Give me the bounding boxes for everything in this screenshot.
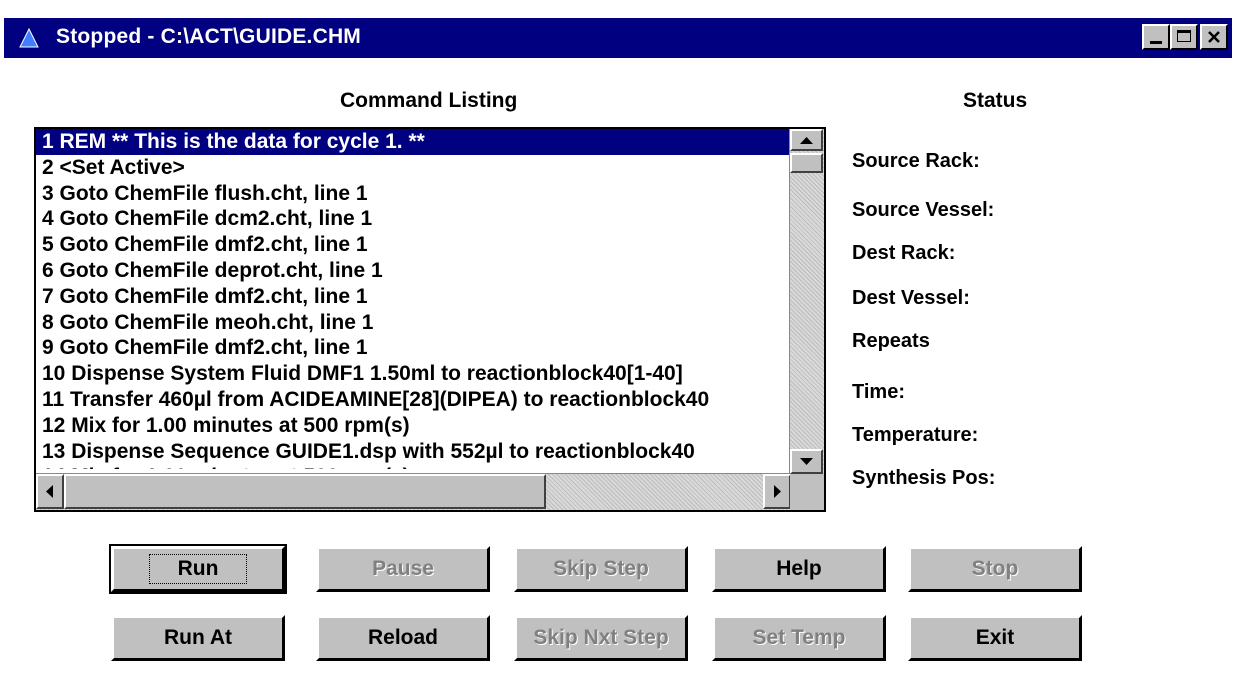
reload-button[interactable]: Reload	[316, 615, 490, 661]
list-item[interactable]: 3 Goto ChemFile flush.cht, line 1	[36, 181, 791, 207]
button-label: Help	[776, 557, 822, 580]
horizontal-scroll-thumb[interactable]	[64, 474, 546, 509]
scroll-right-button[interactable]	[763, 474, 791, 509]
minimize-button[interactable]	[1142, 24, 1170, 50]
list-item[interactable]: 9 Goto ChemFile dmf2.cht, line 1	[36, 335, 791, 361]
list-item[interactable]: 2 <Set Active>	[36, 155, 791, 181]
scroll-left-button[interactable]	[36, 474, 64, 509]
list-item[interactable]: 6 Goto ChemFile deprot.cht, line 1	[36, 258, 791, 284]
stop-button[interactable]: Stop	[908, 546, 1082, 592]
skip-step-button[interactable]: Skip Step	[514, 546, 688, 592]
skip-nxt-step-button[interactable]: Skip Nxt Step	[514, 615, 688, 661]
button-label: Reload	[367, 626, 438, 649]
arrow-left-icon	[46, 485, 53, 498]
command-listing-heading: Command Listing	[340, 89, 518, 112]
status-label-source-rack: Source Rack:	[852, 150, 980, 172]
button-label: Skip Nxt Step	[533, 626, 669, 649]
arrow-right-icon	[774, 485, 781, 498]
status-label-repeats: Repeats	[852, 330, 930, 352]
window-title: Stopped - C:\ACT\GUIDE.CHM	[56, 25, 362, 48]
list-item[interactable]: 5 Goto ChemFile dmf2.cht, line 1	[36, 232, 791, 258]
exit-button[interactable]: Exit	[908, 615, 1082, 661]
list-item[interactable]: 4 Goto ChemFile dcm2.cht, line 1	[36, 206, 791, 232]
maximize-button[interactable]	[1170, 24, 1198, 50]
maximize-icon	[1177, 30, 1191, 42]
run-button[interactable]: Run	[109, 544, 287, 594]
status-label-synthesis-pos: Synthesis Pos:	[852, 467, 996, 489]
run-at-button[interactable]: Run At	[111, 615, 285, 661]
status-label-time: Time:	[852, 381, 905, 403]
status-label-dest-vessel: Dest Vessel:	[852, 287, 970, 309]
set-temp-button[interactable]: Set Temp	[712, 615, 886, 661]
list-item[interactable]: 14 Mix for 1.00 minutes at 500 rpm(s)	[36, 464, 791, 469]
list-item[interactable]: 11 Transfer 460µl from ACIDEAMINE[28](DI…	[36, 387, 791, 413]
list-item[interactable]: 10 Dispense System Fluid DMF1 1.50ml to …	[36, 361, 791, 387]
button-label: Pause	[372, 557, 434, 580]
pause-button[interactable]: Pause	[316, 546, 490, 592]
list-item[interactable]: 8 Goto ChemFile meoh.cht, line 1	[36, 310, 791, 336]
close-icon	[1208, 31, 1220, 43]
scroll-down-button[interactable]	[790, 449, 823, 474]
command-listbox[interactable]: 1 REM ** This is the data for cycle 1. *…	[34, 127, 826, 512]
button-label: Set Temp	[752, 626, 846, 649]
status-label-dest-rack: Dest Rack:	[852, 242, 956, 264]
vertical-scrollbar[interactable]	[789, 129, 824, 474]
arrow-up-icon	[800, 137, 813, 144]
close-button[interactable]	[1200, 24, 1228, 50]
arrow-down-icon	[800, 458, 813, 465]
scroll-up-button[interactable]	[790, 129, 823, 151]
button-label: Run At	[163, 626, 233, 649]
button-label: Skip Step	[553, 557, 649, 580]
title-bar[interactable]: Stopped - C:\ACT\GUIDE.CHM	[4, 18, 1232, 58]
command-list-items: 1 REM ** This is the data for cycle 1. *…	[36, 129, 791, 469]
app-icon	[19, 27, 39, 48]
scrollbar-corner	[790, 474, 824, 510]
button-label: Stop	[971, 557, 1019, 580]
status-heading: Status	[963, 89, 1028, 112]
status-label-temperature: Temperature:	[852, 424, 979, 446]
button-label: Run	[148, 554, 248, 584]
list-item[interactable]: 1 REM ** This is the data for cycle 1. *…	[36, 129, 791, 155]
horizontal-scrollbar[interactable]	[36, 473, 791, 510]
help-button[interactable]: Help	[712, 546, 886, 592]
vertical-scroll-thumb[interactable]	[790, 153, 823, 173]
minimize-icon	[1150, 41, 1162, 44]
list-item[interactable]: 12 Mix for 1.00 minutes at 500 rpm(s)	[36, 413, 791, 439]
list-item[interactable]: 13 Dispense Sequence GUIDE1.dsp with 552…	[36, 439, 791, 465]
status-label-source-vessel: Source Vessel:	[852, 199, 995, 221]
list-item[interactable]: 7 Goto ChemFile dmf2.cht, line 1	[36, 284, 791, 310]
button-label: Exit	[975, 626, 1015, 649]
